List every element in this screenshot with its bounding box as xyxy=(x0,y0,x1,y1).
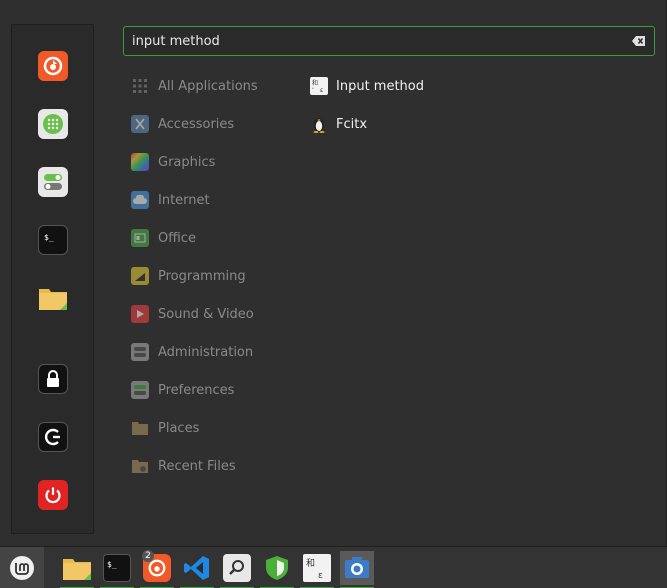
category-label: Programming xyxy=(158,268,246,284)
lock-icon xyxy=(47,370,59,387)
result-label: Input method xyxy=(336,78,424,94)
favorite-files[interactable] xyxy=(38,283,68,313)
svg-text:$_: $_ xyxy=(107,560,117,569)
taskbar-firefox[interactable]: 2 xyxy=(140,550,174,588)
svg-text:ﾞ: ﾞ xyxy=(312,88,315,95)
administration-icon xyxy=(131,343,149,361)
logout-icon xyxy=(44,428,60,446)
places-folder-icon xyxy=(131,419,149,437)
category-places[interactable]: Places xyxy=(131,417,199,439)
preferences-icon xyxy=(131,381,149,399)
camera-icon xyxy=(345,557,369,578)
category-recent-files[interactable]: Recent Files xyxy=(131,455,236,477)
category-label: Graphics xyxy=(158,154,216,170)
favorite-logout[interactable] xyxy=(38,422,68,452)
recent-folder-icon xyxy=(131,457,149,475)
taskbar-vscode[interactable] xyxy=(180,551,214,588)
taskbar-terminal[interactable]: $_ xyxy=(100,551,134,588)
favorite-firefox[interactable] xyxy=(38,51,68,81)
category-programming[interactable]: Programming xyxy=(131,265,246,287)
category-administration[interactable]: Administration xyxy=(131,341,253,363)
shield-icon xyxy=(266,556,288,580)
search-input[interactable] xyxy=(132,31,622,51)
search-box[interactable] xyxy=(123,26,655,56)
result-fcitx[interactable]: Fcitx xyxy=(310,113,367,135)
category-label: Internet xyxy=(158,192,210,208)
svg-text:ε: ε xyxy=(318,571,323,581)
category-accessories[interactable]: Accessories xyxy=(131,113,234,135)
taskbar-update-manager[interactable] xyxy=(260,551,294,588)
result-input-method[interactable]: 和 ﾞ ε Input method xyxy=(310,75,424,97)
category-label: Sound & Video xyxy=(158,306,254,322)
application-menu: $_ input method All Applications Accesso… xyxy=(0,0,667,546)
folder-icon xyxy=(63,559,91,580)
input-method-icon: 和 ﾞ ε xyxy=(310,77,328,95)
terminal-icon: $_ xyxy=(103,554,131,582)
play-icon xyxy=(131,305,149,323)
penguin-icon xyxy=(310,115,328,133)
graphics-icon xyxy=(131,153,149,171)
svg-text:$_: $_ xyxy=(44,233,54,242)
cloud-icon xyxy=(131,191,149,209)
svg-text:和: 和 xyxy=(312,79,318,87)
favorite-shutdown[interactable] xyxy=(38,480,68,510)
notification-badge: 2 xyxy=(142,550,154,562)
menu-button[interactable] xyxy=(0,547,44,588)
grid-icon xyxy=(131,77,149,95)
category-preferences[interactable]: Preferences xyxy=(131,379,234,401)
software-manager-icon xyxy=(43,114,63,134)
settings-toggle-icon xyxy=(44,174,62,190)
category-label: Accessories xyxy=(158,116,235,132)
category-label: All Applications xyxy=(158,78,258,94)
favorite-software-manager[interactable] xyxy=(38,109,68,139)
input-method-icon: 和 ε xyxy=(303,554,331,582)
result-label: Fcitx xyxy=(336,116,368,132)
office-icon xyxy=(131,229,149,247)
favorite-terminal[interactable]: $_ xyxy=(38,225,68,255)
programming-icon xyxy=(131,267,149,285)
magnifier-icon xyxy=(223,554,251,582)
category-all-applications[interactable]: All Applications xyxy=(131,75,258,97)
category-label: Recent Files xyxy=(158,458,236,474)
mint-logo-icon xyxy=(10,556,34,580)
taskbar: $_ 2 和 ε xyxy=(0,546,667,588)
power-icon xyxy=(45,487,61,504)
clear-search-icon[interactable] xyxy=(632,35,646,47)
terminal-icon: $_ xyxy=(44,233,54,242)
svg-text:和: 和 xyxy=(306,558,315,569)
folder-icon xyxy=(39,289,67,310)
svg-text:ε: ε xyxy=(320,87,323,94)
taskbar-input-method[interactable]: 和 ε xyxy=(300,551,334,588)
category-internet[interactable]: Internet xyxy=(131,189,210,211)
category-sound-video[interactable]: Sound & Video xyxy=(131,303,254,325)
vscode-icon xyxy=(184,556,209,580)
scissors-icon xyxy=(131,115,149,133)
category-label: Preferences xyxy=(158,382,235,398)
category-label: Office xyxy=(158,230,196,246)
category-label: Administration xyxy=(158,344,254,360)
category-graphics[interactable]: Graphics xyxy=(131,151,215,173)
taskbar-files[interactable] xyxy=(60,551,94,588)
category-label: Places xyxy=(158,420,200,436)
favorite-lock-screen[interactable] xyxy=(38,364,68,394)
favorites-sidebar: $_ xyxy=(11,24,94,534)
taskbar-search-tool[interactable] xyxy=(220,551,254,588)
favorite-system-settings[interactable] xyxy=(38,167,68,197)
category-office[interactable]: Office xyxy=(131,227,196,249)
taskbar-screenshot[interactable] xyxy=(340,551,374,588)
firefox-icon xyxy=(43,56,63,76)
